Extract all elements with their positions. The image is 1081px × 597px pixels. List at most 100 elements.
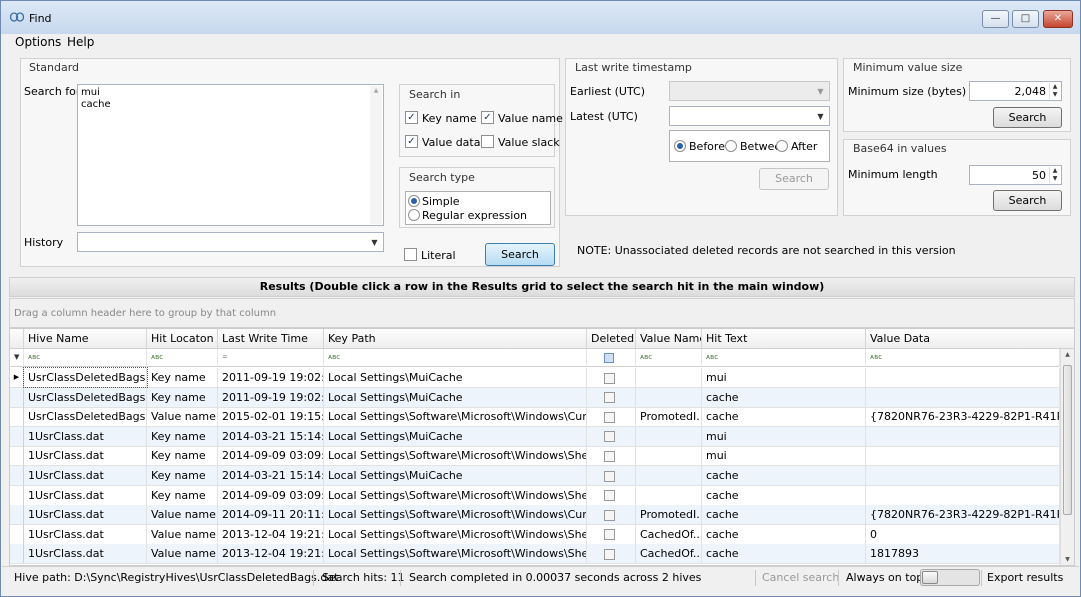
between-radio[interactable] [725,140,737,152]
cell-vdata: 1817893 [866,544,1060,564]
deleted-checkbox[interactable] [587,524,636,544]
table-row[interactable]: UsrClassDeletedBags.datValue name2015-02… [10,407,1060,428]
deleted-checkbox[interactable] [587,544,636,564]
col-last-write-time[interactable]: Last Write Time [218,329,324,349]
menu-help[interactable]: Help [65,35,96,49]
menu-options[interactable]: Options [13,35,63,49]
cancel-search-button[interactable]: Cancel search [762,571,839,584]
table-row[interactable]: 1UsrClass.datKey name2014-03-21 15:14:00… [10,426,1060,447]
search-terms-textarea[interactable]: mui cache ▲ [77,84,384,226]
cell-path: Local Settings\MuiCache [324,426,587,446]
filter-key-path[interactable]: ᴀʙᴄ [324,349,587,367]
table-row[interactable]: ▶UsrClassDeletedBags.datKey name2011-09-… [10,367,1060,388]
cell-vname [636,485,702,505]
deleted-checkbox[interactable] [587,446,636,466]
chevron-down-icon[interactable]: ▼ [813,83,828,99]
filter-hive-name[interactable]: ᴀʙᴄ [24,349,147,367]
export-results-button[interactable]: Export results [987,571,1063,584]
filter-deleted[interactable] [587,349,636,367]
cell-time: 2014-03-21 15:14:00 [218,466,324,485]
cell-vdata: 0 [866,524,1060,544]
col-deleted[interactable]: Deleted [587,329,636,349]
filter-hit-location[interactable]: ᴀʙᴄ [147,349,218,367]
col-value-data[interactable]: Value Data [866,329,1074,349]
row-indicator[interactable]: ▶ [10,368,24,387]
value-name-checkbox[interactable]: ✓ [481,111,494,124]
cell-hit: mui [702,368,866,387]
deleted-checkbox[interactable] [587,505,636,525]
col-hit-text[interactable]: Hit Text [702,329,866,349]
row-indicator[interactable] [10,387,24,407]
value-data-checkbox[interactable]: ✓ [405,135,418,148]
always-on-top-toggle[interactable] [920,569,980,586]
chevron-down-icon[interactable]: ▼ [367,234,382,250]
table-row[interactable]: 1UsrClass.dat Value name 2013-12-04 19:21:… [10,524,1060,545]
table-row[interactable]: 1UsrClass.datKey name2014-03-21 15:14:00… [10,466,1060,486]
latest-date-picker[interactable]: ▼ [669,106,830,126]
row-indicator[interactable] [10,505,24,525]
timestamp-search-button[interactable]: Search [759,168,829,190]
app-icon [10,12,24,22]
base64-length-spinner[interactable]: 50 ▲ ▼ [969,165,1062,185]
history-combo[interactable]: ▼ [77,232,384,252]
row-indicator[interactable] [10,466,24,485]
deleted-checkbox[interactable] [587,485,636,505]
close-button[interactable]: ✕ [1043,10,1073,28]
standard-search-button[interactable]: Search [485,243,555,266]
before-radio[interactable] [674,140,686,152]
deleted-checkbox[interactable] [587,407,636,427]
deleted-checkbox[interactable] [587,426,636,446]
row-indicator[interactable] [10,485,24,505]
row-indicator[interactable] [10,544,24,564]
key-name-checkbox[interactable]: ✓ [405,111,418,124]
regex-label: Regular expression [422,209,528,222]
base64-search-button[interactable]: Search [993,190,1062,211]
maximize-button[interactable]: □ [1012,10,1039,28]
row-indicator[interactable] [10,407,24,427]
min-size-spinner[interactable]: 2,048 ▲ ▼ [969,81,1062,101]
deleted-checkbox[interactable] [587,368,636,387]
scroll-down-icon[interactable]: ▼ [1062,556,1073,563]
filter-last-write-time[interactable]: = [218,349,324,367]
note-text: NOTE: Unassociated deleted records are n… [577,244,956,257]
deleted-checkbox[interactable] [587,387,636,407]
cell-hit: cache [702,407,866,427]
group-by-panel[interactable]: Drag a column header here to group by th… [9,298,1075,328]
scroll-thumb[interactable] [1063,365,1072,515]
table-row[interactable]: UsrClassDeletedBags.datKey name2011-09-1… [10,387,1060,408]
grid-vertical-scrollbar[interactable]: ▲ ▼ [1060,349,1074,565]
textarea-scrollbar[interactable]: ▲ [370,86,382,224]
chevron-down-icon[interactable]: ▼ [813,108,828,124]
min-size-search-button[interactable]: Search [993,107,1062,128]
filter-value-name[interactable]: ᴀʙᴄ [636,349,702,367]
row-indicator[interactable] [10,446,24,466]
cell-time: 2015-02-01 19:15:48 [218,407,324,427]
filter-value-data[interactable]: ᴀʙᴄ [866,349,1060,367]
minimize-button[interactable]: — [982,10,1009,28]
table-row[interactable]: 1UsrClass.dat Value name 2014-09-11 20:11:… [10,505,1060,526]
col-hit-location[interactable]: Hit Locaton [147,329,218,349]
col-hive-name[interactable]: Hive Name [24,329,147,349]
earliest-date-picker[interactable]: ▼ [669,81,830,101]
deleted-checkbox[interactable] [587,466,636,485]
cell-time: 2014-09-09 03:09:51 [218,485,324,505]
literal-checkbox[interactable] [404,248,417,261]
cell-loc: Key name [147,446,218,466]
value-slack-checkbox[interactable] [481,135,494,148]
cell-hive: UsrClassDeletedBags.dat [23,367,148,388]
table-row[interactable]: 1UsrClass.datKey name2014-09-09 03:09:51… [10,485,1060,506]
after-radio[interactable] [776,140,788,152]
filter-hit-text[interactable]: ᴀʙᴄ [702,349,866,367]
table-row[interactable]: 1UsrClass.dat Value name 2013-12-04 19:21:… [10,544,1060,565]
col-value-name[interactable]: Value Name [636,329,702,349]
scroll-up-icon[interactable]: ▲ [1062,351,1073,358]
spinner-arrows-icon[interactable]: ▲ ▼ [1049,83,1060,99]
cell-path: Local Settings\Software\Microsoft\Window… [324,524,587,544]
regex-radio[interactable] [408,209,420,221]
table-row[interactable]: 1UsrClass.datKey name2014-09-09 03:09:51… [10,446,1060,467]
row-indicator[interactable] [10,524,24,544]
row-indicator[interactable] [10,426,24,446]
col-key-path[interactable]: Key Path [324,329,587,349]
simple-radio[interactable] [408,195,420,207]
spinner-arrows-icon[interactable]: ▲ ▼ [1049,167,1060,183]
